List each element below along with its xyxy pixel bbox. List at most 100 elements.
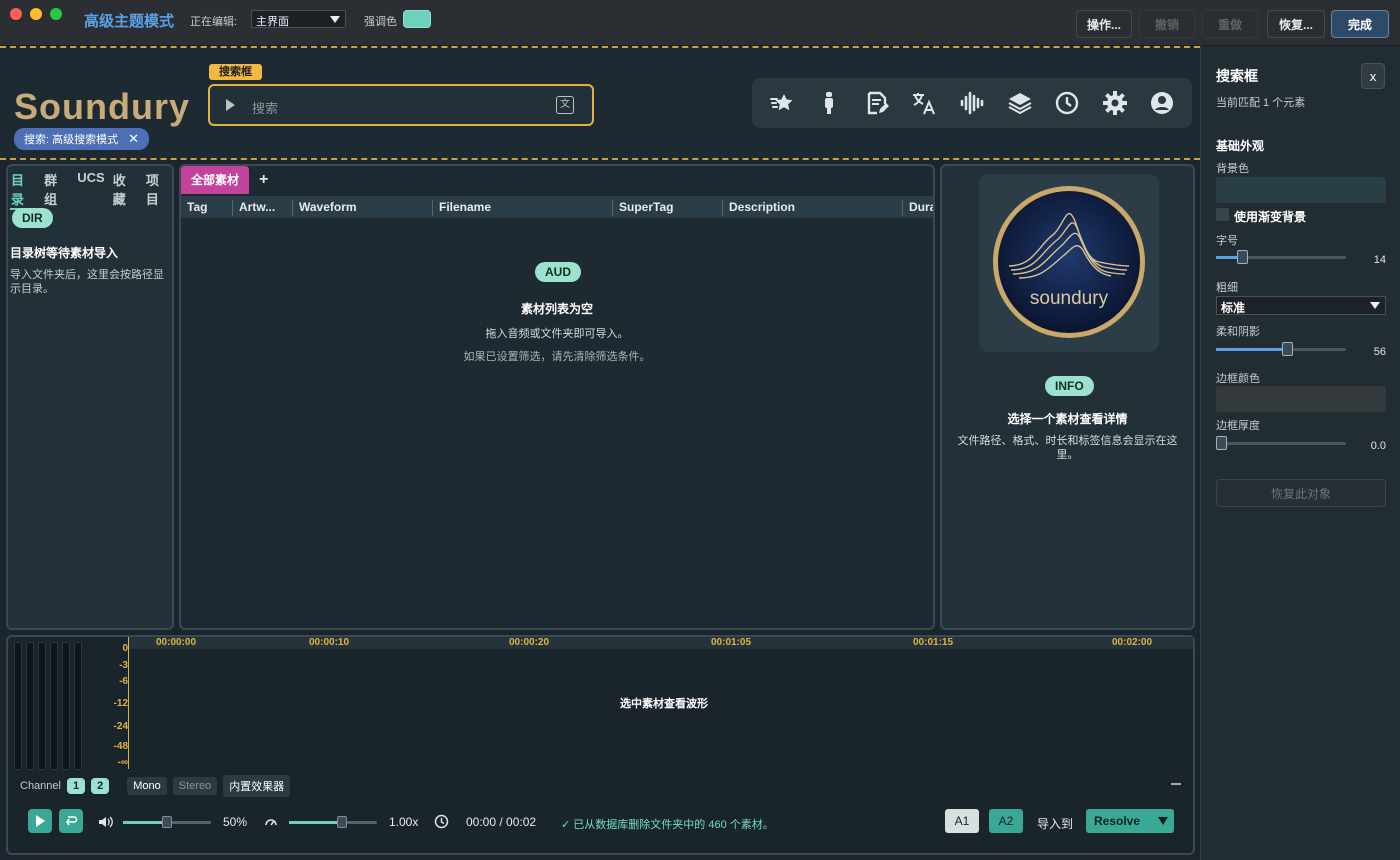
column-artwork[interactable]: Artw... (232, 200, 290, 216)
search-box[interactable]: 搜索 文 (208, 84, 594, 126)
level-meter (62, 642, 70, 770)
font-size-slider-handle[interactable] (1237, 250, 1248, 264)
background-color-swatch[interactable] (1216, 177, 1386, 203)
inspector-close-button[interactable]: x (1361, 63, 1385, 89)
border-width-slider-handle[interactable] (1216, 436, 1227, 450)
close-icon[interactable]: ✕ (128, 131, 139, 147)
time-label: 00:00:20 (509, 637, 550, 648)
editing-target-value: 主界面 (256, 16, 289, 28)
volume-slider[interactable] (123, 816, 211, 828)
undo-button[interactable]: 撤销 (1139, 10, 1195, 38)
document-edit-icon[interactable] (862, 88, 892, 118)
tab-ucs[interactable]: UCS (76, 170, 105, 210)
time-label: 00:00:00 (156, 637, 197, 648)
inspector-title: 搜索框 (1216, 68, 1258, 84)
info-empty-title: 选择一个素材查看详情 (1007, 412, 1128, 426)
search-input[interactable]: 搜索 (252, 98, 278, 117)
weight-select[interactable]: 标准 (1216, 296, 1386, 315)
translate-icon[interactable] (909, 88, 939, 118)
gradient-checkbox[interactable] (1216, 208, 1229, 221)
import-to-label: 导入到 (1037, 817, 1074, 831)
restore-button[interactable]: 恢复... (1267, 10, 1325, 38)
playback-time: 00:00 / 00:02 (466, 815, 537, 829)
collapse-icon[interactable] (1171, 783, 1181, 785)
border-color-swatch[interactable] (1216, 386, 1386, 412)
accent-color-label: 强调色 (364, 16, 397, 28)
editing-target-select[interactable]: 主界面 (251, 10, 346, 28)
favorites-star-icon[interactable] (767, 88, 797, 118)
level-meters (14, 642, 86, 770)
speed-slider[interactable] (289, 816, 377, 828)
gradient-checkbox-label[interactable]: 使用渐变背景 (1234, 208, 1306, 225)
border-width-slider[interactable] (1216, 436, 1346, 450)
shadow-slider[interactable] (1216, 342, 1346, 356)
microphone-icon[interactable] (814, 88, 844, 118)
playhead[interactable] (128, 637, 129, 769)
settings-gear-icon[interactable] (1100, 88, 1130, 118)
play-button[interactable] (28, 809, 52, 833)
font-size-slider[interactable] (1216, 250, 1346, 264)
volume-slider-fill (123, 821, 167, 824)
add-tab-button[interactable]: + (259, 171, 268, 189)
asset-list-filter-hint: 如果已设置筛选，请先清除筛选条件。 (463, 351, 651, 363)
search-mode-label: 搜索: 高级搜索模式 (24, 134, 119, 146)
search-mode-chip[interactable]: 搜索: 高级搜索模式 ✕ (14, 128, 150, 150)
column-filename[interactable]: Filename (432, 200, 610, 216)
tab-directory[interactable]: 目录 (10, 170, 38, 210)
transport-bar: 50% 1.00x 00:00 / 00:02 ✓ 已从数据库删除文件夹中的 4… (8, 805, 1193, 845)
tab-favorites[interactable]: 收藏 (112, 170, 139, 210)
volume-slider-handle[interactable] (162, 816, 172, 828)
a1-button[interactable]: A1 (945, 809, 979, 833)
translate-toggle-icon[interactable]: 文 (556, 96, 574, 114)
a2-button[interactable]: A2 (989, 809, 1023, 833)
redo-button[interactable]: 重做 (1202, 10, 1258, 38)
column-waveform[interactable]: Waveform (292, 200, 430, 216)
waveform-panel: 0 -3 -6 -12 -24 -48 -∞ 00:00:00 00:00:10… (6, 635, 1195, 855)
shadow-slider-handle[interactable] (1282, 342, 1293, 356)
shadow-label: 柔和阴影 (1216, 326, 1260, 338)
waveform-empty-message: 选中素材查看波形 (620, 698, 708, 710)
volume-icon[interactable] (98, 815, 114, 829)
operations-button[interactable]: 操作... (1076, 10, 1132, 38)
waveform-icon[interactable] (957, 88, 987, 118)
accent-color-swatch[interactable] (403, 10, 431, 28)
history-clock-icon[interactable] (1052, 88, 1082, 118)
builtin-effects-button[interactable]: 内置效果器 (223, 775, 291, 797)
border-color-label: 边框颜色 (1216, 373, 1260, 385)
layers-icon[interactable] (1005, 88, 1035, 118)
mono-button[interactable]: Mono (127, 777, 167, 795)
column-description[interactable]: Description (722, 200, 900, 216)
play-icon[interactable] (226, 99, 235, 111)
timeline-ruler[interactable]: 00:00:00 00:00:10 00:00:20 00:01:05 00:0… (128, 637, 1193, 649)
artwork-image: soundury (979, 174, 1159, 352)
speed-slider-handle[interactable] (337, 816, 347, 828)
db-label: -24 (113, 721, 128, 732)
user-account-icon[interactable] (1147, 88, 1177, 118)
font-size-label: 字号 (1216, 235, 1238, 247)
channel-2-button[interactable]: 2 (91, 778, 110, 794)
loop-button[interactable] (59, 809, 83, 833)
tab-all-assets[interactable]: 全部素材 (181, 166, 250, 194)
column-supertag[interactable]: SuperTag (612, 200, 720, 216)
tab-groups[interactable]: 群组 (43, 170, 70, 210)
main-toolbar (752, 78, 1192, 128)
import-target-select[interactable]: Resolve (1086, 809, 1174, 833)
zoom-window-button[interactable] (50, 8, 62, 20)
stereo-button[interactable]: Stereo (172, 777, 218, 795)
level-meter (74, 642, 82, 770)
soundury-logo-artwork: soundury (993, 186, 1145, 338)
border-width-label: 边框厚度 (1216, 420, 1260, 432)
app-title: 高级主题模式 (84, 13, 175, 30)
editing-label: 正在编辑: (190, 16, 238, 28)
done-button[interactable]: 完成 (1331, 10, 1389, 38)
close-window-button[interactable] (10, 8, 22, 20)
column-tag[interactable]: Tag (181, 200, 229, 216)
info-panel: soundury INFO 选择一个素材查看详情 文件路径、格式、时长和标签信息… (940, 164, 1195, 630)
column-duration[interactable]: Dura (902, 200, 933, 216)
tab-projects[interactable]: 项目 (145, 170, 172, 210)
reset-object-button[interactable]: 恢复此对象 (1216, 479, 1386, 507)
channel-1-button[interactable]: 1 (66, 778, 86, 794)
dir-badge: DIR (12, 208, 53, 228)
minimize-window-button[interactable] (30, 8, 42, 20)
chevron-down-icon (330, 16, 340, 23)
